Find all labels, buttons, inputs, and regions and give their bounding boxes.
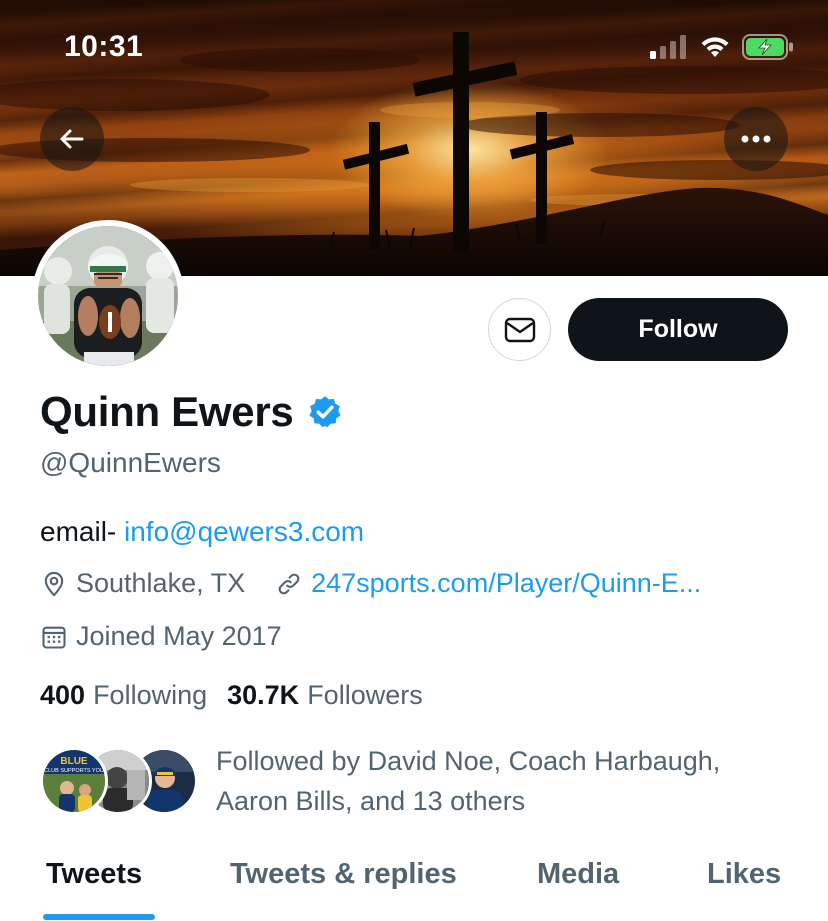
calendar-icon (40, 623, 68, 651)
profile-avatar[interactable] (32, 220, 184, 372)
tab-tweets[interactable]: Tweets (46, 858, 142, 891)
more-horizontal-icon (741, 135, 771, 143)
profile-location: Southlake, TX (76, 568, 246, 598)
following-count: 400 (40, 680, 86, 710)
verified-badge-icon (307, 394, 343, 430)
bio-text: email- (40, 516, 125, 547)
wifi-icon (701, 37, 729, 57)
cellular-signal-icon (650, 35, 686, 59)
mutual-avatars: BLUE CLUB SUPPORTS YOU (40, 745, 198, 817)
followers-count-link[interactable]: 30.7K Followers (227, 680, 423, 711)
mutual-avatar-logo-text: BLUE (60, 756, 88, 767)
envelope-icon (504, 317, 535, 342)
following-count-link[interactable]: 400 Following (40, 680, 207, 711)
follow-counts: 400 Following 30.7K Followers (40, 680, 443, 711)
profile-handle: @QuinnEwers (40, 447, 221, 478)
profile-tabs: Tweets Tweets & replies Media Likes (0, 840, 828, 921)
status-icons (650, 34, 794, 60)
tab-media[interactable]: Media (537, 858, 619, 891)
profile-location-row: Southlake, TX 247sports.com/Player/Quinn… (40, 568, 701, 599)
location-pin-icon (40, 570, 68, 598)
tab-likes[interactable]: Likes (707, 858, 781, 891)
more-options-button[interactable] (724, 107, 788, 171)
bio-email-link[interactable]: info@qewers3.com (124, 516, 364, 547)
arrow-left-icon (60, 129, 84, 149)
profile-website-link[interactable]: 247sports.com/Player/Quinn-E... (311, 568, 701, 599)
followers-you-know[interactable]: BLUE CLUB SUPPORTS YOU Followed by David… (40, 745, 776, 821)
followed-by-text: Followed by David Noe, Coach Harbaugh, A… (216, 746, 721, 816)
status-time: 10:31 (64, 30, 144, 63)
active-tab-indicator (43, 914, 155, 920)
avatar-photo (38, 226, 178, 366)
display-name: Quinn Ewers (40, 388, 294, 435)
following-label: Following (93, 680, 208, 710)
followers-count: 30.7K (227, 680, 300, 710)
profile-joined-row: Joined May 2017 (40, 621, 282, 652)
profile-joined-date: Joined May 2017 (76, 621, 282, 651)
link-icon (275, 570, 303, 598)
back-button[interactable] (40, 107, 104, 171)
profile-website-group: 247sports.com/Player/Quinn-E... (275, 568, 701, 599)
profile-bio: email- info@qewers3.com (40, 516, 364, 548)
followers-label: Followers (307, 680, 423, 710)
status-bar: 10:31 (0, 0, 828, 100)
profile-name-row: Quinn Ewers (40, 388, 343, 436)
message-button[interactable] (488, 298, 551, 361)
mutual-avatar-logo-text: CLUB SUPPORTS YOU (44, 768, 104, 774)
tab-tweets-replies[interactable]: Tweets & replies (230, 858, 457, 891)
battery-charging-icon (742, 34, 793, 60)
mutual-avatar: BLUE CLUB SUPPORTS YOU (40, 747, 108, 815)
follow-button[interactable]: Follow (568, 298, 788, 361)
